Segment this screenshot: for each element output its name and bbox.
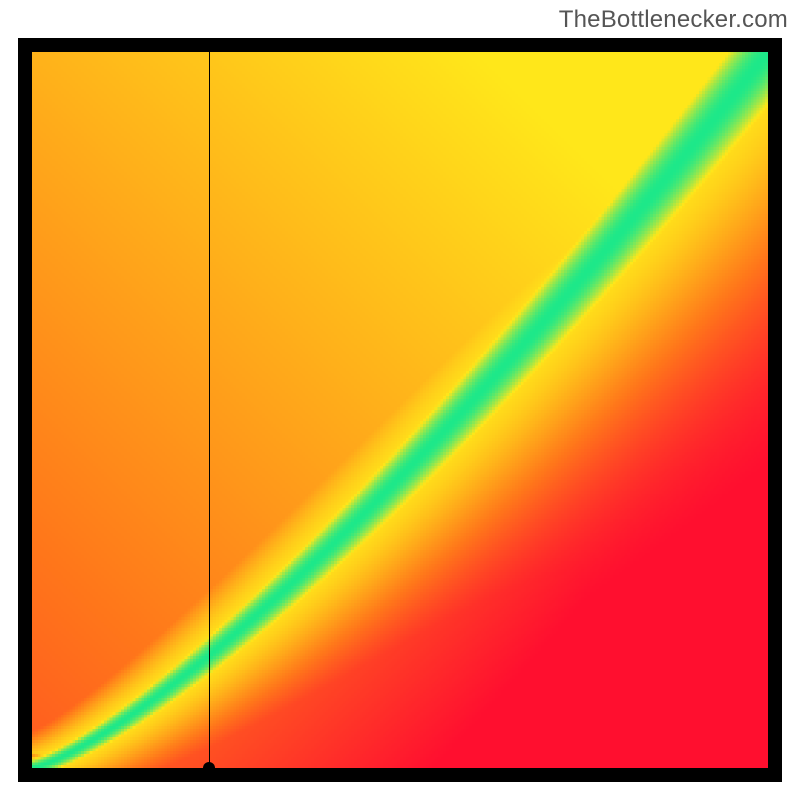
heatmap-area [32, 52, 768, 768]
attribution-text: TheBottlenecker.com [559, 6, 788, 34]
chart-root: TheBottlenecker.com [0, 0, 800, 800]
heatmap-canvas [32, 52, 768, 768]
plot-frame [18, 38, 782, 782]
crosshair-horizontal [32, 768, 768, 769]
